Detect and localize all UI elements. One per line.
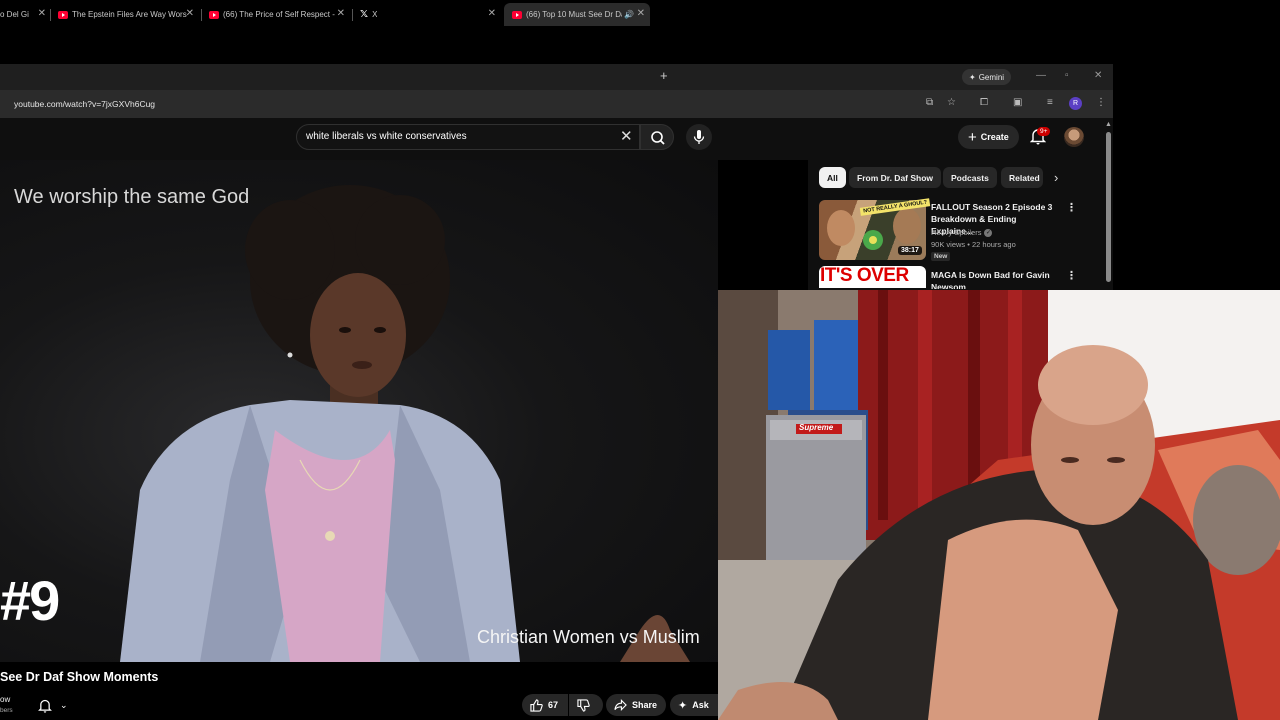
maximize-icon[interactable]: ▫ [1065,70,1069,81]
tab-epstein[interactable]: The Epstein Files Are Way Wors ✕ [58,3,194,26]
voice-search-button[interactable] [686,124,712,150]
account-avatar[interactable] [1064,127,1084,147]
tab-self-respect[interactable]: (66) The Price of Self Respect - ✕ [209,3,345,26]
channel-name[interactable]: ow [0,695,10,704]
share-label: Share [632,700,658,710]
tab-separator [201,9,202,21]
related-video-channel[interactable]: Heavy Spoilers ✓ [931,228,993,237]
gemini-button[interactable]: ✦ Gemini [962,69,1012,85]
media-controls-icon[interactable]: ≡ [1047,97,1053,108]
tab-separator [50,9,51,21]
video-duration: 38:17 [898,246,922,255]
tab-close-icon[interactable]: ✕ [488,8,496,19]
new-tab-button[interactable]: + [660,68,668,83]
install-app-icon[interactable]: ⧉ [926,97,933,108]
chip-all[interactable]: All [819,167,846,188]
tab-title: o Del Gi [0,10,29,19]
video-player[interactable] [0,160,718,662]
tab-separator [352,9,353,21]
tab-title: (66) The Price of Self Respect - [223,10,335,19]
subscriber-count: bers [0,707,13,714]
menu-kebab-icon[interactable]: ⋮ [1096,97,1106,108]
ask-button[interactable]: ✦ Ask [670,694,718,716]
search-input[interactable]: white liberals vs white conservatives [306,131,467,142]
scroll-up-arrow-icon[interactable]: ▲ [1105,121,1112,128]
bell-icon [38,699,52,713]
subscribed-notifications-button[interactable]: ⌄ [32,694,78,716]
sparkle-icon: ✦ [678,699,688,712]
tab-close-icon[interactable]: ✕ [186,8,194,19]
thumbs-down-icon [577,698,590,712]
plus-icon: + [968,128,977,146]
microphone-icon [693,130,705,144]
x-logo-icon: 𝕏 [360,9,369,20]
share-button[interactable]: Share [606,694,666,716]
create-label: Create [980,132,1009,142]
clear-search-icon[interactable]: ✕ [620,127,633,145]
tab-title: The Epstein Files Are Way Wors [72,10,187,19]
like-count: 67 [548,700,559,710]
more-actions-icon[interactable]: ⋮ [1066,201,1077,214]
split-view-icon[interactable]: ▣ [1013,97,1022,108]
tab-title: X [372,10,378,19]
webcam-image [718,290,1280,720]
gemini-label: Gemini [978,72,1005,82]
verified-check-icon: ✓ [984,228,993,237]
thumbs-up-icon [530,698,543,712]
chip-podcasts[interactable]: Podcasts [943,167,997,188]
search-icon [651,131,665,145]
tab-close-icon[interactable]: ✕ [337,8,345,19]
tab-partial[interactable]: o Del Gi ✕ [0,3,46,26]
ask-label: Ask [692,700,709,710]
webcam-overlay: Supreme [718,290,1280,720]
tab-close-icon[interactable]: ✕ [637,8,645,19]
related-video-title[interactable]: MAGA Is Down Bad for Gavin Newsom [931,269,1059,289]
thumbnail-text: IT'S OVER [820,265,909,286]
video-overlay-quote: We worship the same God [14,186,250,208]
chevron-right-icon[interactable]: › [1054,170,1058,185]
scrollbar-thumb[interactable] [1106,132,1111,282]
extensions-icon[interactable]: ⧠ [980,97,988,108]
tab-close-icon[interactable]: ✕ [38,8,46,19]
video-rank-label: #9 [0,569,60,632]
notification-count-badge: 9+ [1037,127,1051,136]
url-field[interactable]: youtube.com/watch?v=7jxGXVh6Cug [14,99,155,109]
dislike-button[interactable] [569,694,603,716]
channel-name: Heavy Spoilers [931,228,982,237]
sparkle-icon: ✦ [969,72,976,82]
profile-avatar[interactable]: R [1069,97,1082,110]
minimize-icon[interactable]: — [1036,70,1046,81]
share-arrow-icon [614,699,627,711]
youtube-favicon-icon [512,10,522,19]
tab-title: (66) Top 10 Must See Dr Da [526,10,622,19]
youtube-favicon-icon [58,10,68,19]
close-window-icon[interactable]: ✕ [1094,70,1102,81]
tab-x[interactable]: 𝕏 X ✕ [360,3,496,26]
more-actions-icon[interactable]: ⋮ [1066,269,1077,282]
bookmark-star-icon[interactable]: ☆ [947,97,956,108]
video-frame-image [120,185,690,662]
chevron-down-icon: ⌄ [60,699,68,710]
video-title: See Dr Daf Show Moments [0,670,159,684]
search-button[interactable] [640,124,674,150]
chip-from-dr-daf-show[interactable]: From Dr. Daf Show [849,167,942,188]
youtube-favicon-icon [209,10,219,19]
new-badge: New [931,252,951,261]
speaker-icon[interactable]: 🔊 [624,10,634,19]
supreme-sign: Supreme [799,423,834,432]
chip-related[interactable]: Related [1001,167,1043,188]
tab-top-10-active[interactable]: (66) Top 10 Must See Dr Da 🔊 ✕ [504,3,650,26]
video-caption: Christian Women vs Muslim [477,627,700,647]
browser-tab-bar [0,64,1113,90]
create-button[interactable]: + Create [958,125,1019,149]
related-video-meta: 90K views • 22 hours ago [931,240,1016,249]
like-button[interactable]: 67 [522,694,568,716]
